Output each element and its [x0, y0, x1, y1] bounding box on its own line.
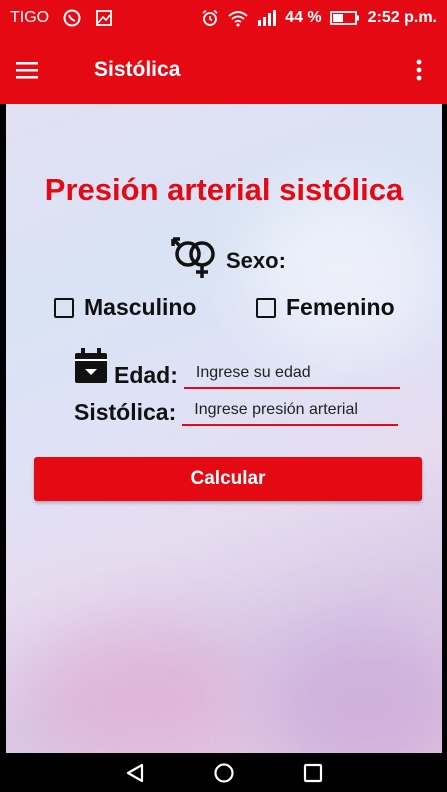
carrier-name: TIGO: [10, 9, 50, 26]
main-content: Presión arterial sistólica Sexo: Masculi…: [6, 104, 442, 753]
sexo-label: Sexo:: [226, 247, 286, 273]
app-bar: Sistólica: [0, 36, 447, 104]
hamburger-menu-icon[interactable]: [16, 50, 56, 90]
edad-label: Edad:: [114, 362, 178, 388]
background-decoration: [26, 624, 246, 753]
calcular-button[interactable]: Calcular: [34, 457, 422, 501]
masculino-checkbox[interactable]: [54, 297, 74, 318]
edad-input[interactable]: [183, 359, 400, 389]
more-vert-icon[interactable]: [407, 50, 431, 90]
femenino-checkbox[interactable]: [256, 297, 276, 318]
app-title: Sistólica: [94, 58, 181, 81]
clock-time: 2:52 p.m.: [367, 9, 437, 26]
sistolica-row: Sistólica:: [74, 396, 399, 426]
recents-square-icon[interactable]: [293, 755, 333, 791]
status-bar: TIGO 44 % 2:52 p.m.: [0, 0, 447, 36]
wifi-icon: [227, 9, 249, 27]
sistolica-input[interactable]: [182, 396, 399, 426]
background-decoration: [266, 624, 442, 753]
whatsapp-icon: [63, 9, 81, 27]
calendar-icon: [74, 348, 108, 389]
gender-symbol-icon: [168, 234, 222, 287]
femenino-option[interactable]: Femenino: [256, 294, 395, 321]
home-circle-icon[interactable]: [204, 755, 244, 791]
signal-icon: [257, 9, 277, 27]
sistolica-label: Sistólica:: [74, 399, 177, 425]
masculino-label: Masculino: [84, 294, 197, 320]
page-title: Presión arterial sistólica: [44, 172, 404, 207]
edad-row: Edad:: [74, 348, 400, 389]
gallery-icon: [95, 9, 113, 27]
back-triangle-icon[interactable]: [115, 755, 155, 791]
femenino-label: Femenino: [286, 294, 395, 320]
alarm-icon: [201, 9, 219, 27]
system-nav-bar: [0, 753, 447, 792]
battery-icon: [329, 10, 360, 26]
screen-edge-right: [442, 104, 447, 753]
sexo-row: Sexo:: [168, 234, 286, 287]
battery-percent: 44 %: [285, 9, 322, 26]
masculino-option[interactable]: Masculino: [54, 294, 196, 321]
